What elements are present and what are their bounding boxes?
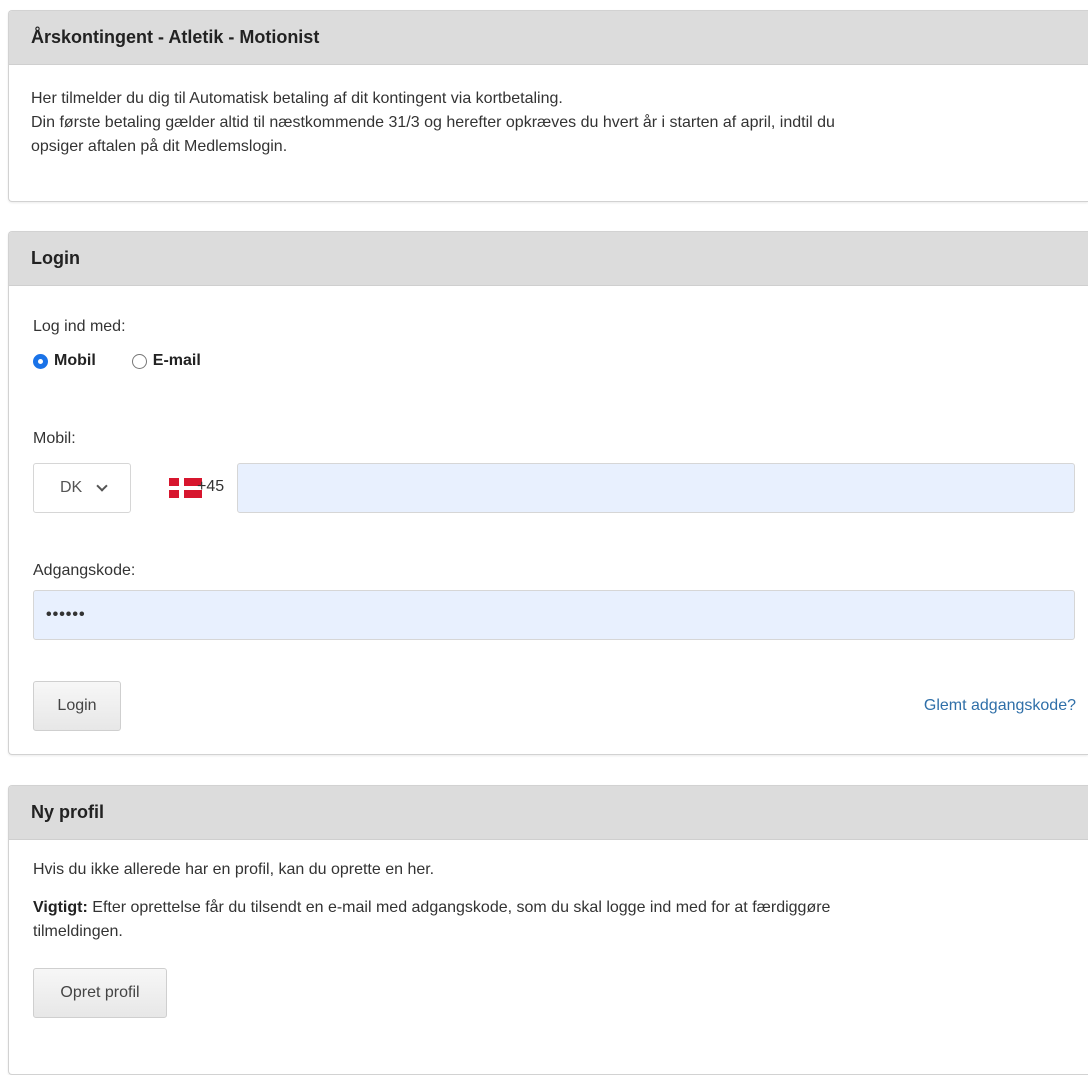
intro-line-1: Her tilmelder du dig til Automatisk beta… (31, 90, 563, 107)
signup-panel: Ny profil Hvis du ikke allerede har en p… (8, 785, 1088, 1075)
dial-code: +45 (197, 478, 225, 495)
important-label: Vigtigt: (33, 899, 88, 916)
login-panel-title: Login (9, 232, 1088, 286)
signup-text: Hvis du ikke allerede har en profil, kan… (33, 861, 435, 878)
mobile-label: Mobil: (33, 430, 76, 447)
important-line-2: tilmeldingen. (33, 923, 123, 940)
login-panel-body: Log ind med: Mobil E-mail Mobil: DK +45 … (9, 286, 1088, 754)
login-with-label: Log ind med: (33, 318, 126, 335)
intro-line-2: Din første betaling gælder altid til næs… (31, 114, 835, 131)
signup-important: Vigtigt: Efter oprettelse får du tilsend… (33, 896, 1073, 944)
radio-email-control[interactable] (131, 353, 147, 369)
signup-panel-body: Hvis du ikke allerede har en profil, kan… (9, 840, 1088, 1074)
signup-panel-title: Ny profil (9, 786, 1088, 840)
login-button[interactable]: Login (33, 681, 121, 731)
create-profile-button[interactable]: Opret profil (33, 968, 167, 1018)
intro-panel: Årskontingent - Atletik - Motionist Her … (8, 10, 1088, 202)
chevron-down-icon (96, 480, 108, 492)
important-line-1: Efter oprettelse får du tilsendt en e-ma… (92, 899, 831, 916)
login-panel: Login Log ind med: Mobil E-mail Mobil: D… (8, 231, 1088, 755)
radio-mobile[interactable]: Mobil (33, 352, 96, 370)
mobile-input[interactable] (237, 463, 1075, 513)
login-method-options: Mobil E-mail (33, 352, 201, 370)
forgot-password-link[interactable]: Glemt adgangskode? (924, 697, 1076, 715)
password-input[interactable]: •••••• (33, 590, 1075, 640)
radio-email-label[interactable]: E-mail (153, 352, 201, 370)
radio-mobile-label[interactable]: Mobil (54, 352, 96, 370)
intro-line-3: opsiger aftalen på dit Medlemslogin. (31, 138, 288, 155)
radio-email[interactable]: E-mail (131, 352, 201, 370)
password-label: Adgangskode: (33, 562, 136, 579)
country-select-value: DK (60, 479, 83, 496)
country-select[interactable]: DK (33, 463, 131, 513)
intro-panel-title: Årskontingent - Atletik - Motionist (9, 11, 1088, 65)
radio-mobile-control[interactable] (33, 353, 48, 369)
intro-panel-body: Her tilmelder du dig til Automatisk beta… (9, 65, 1088, 159)
